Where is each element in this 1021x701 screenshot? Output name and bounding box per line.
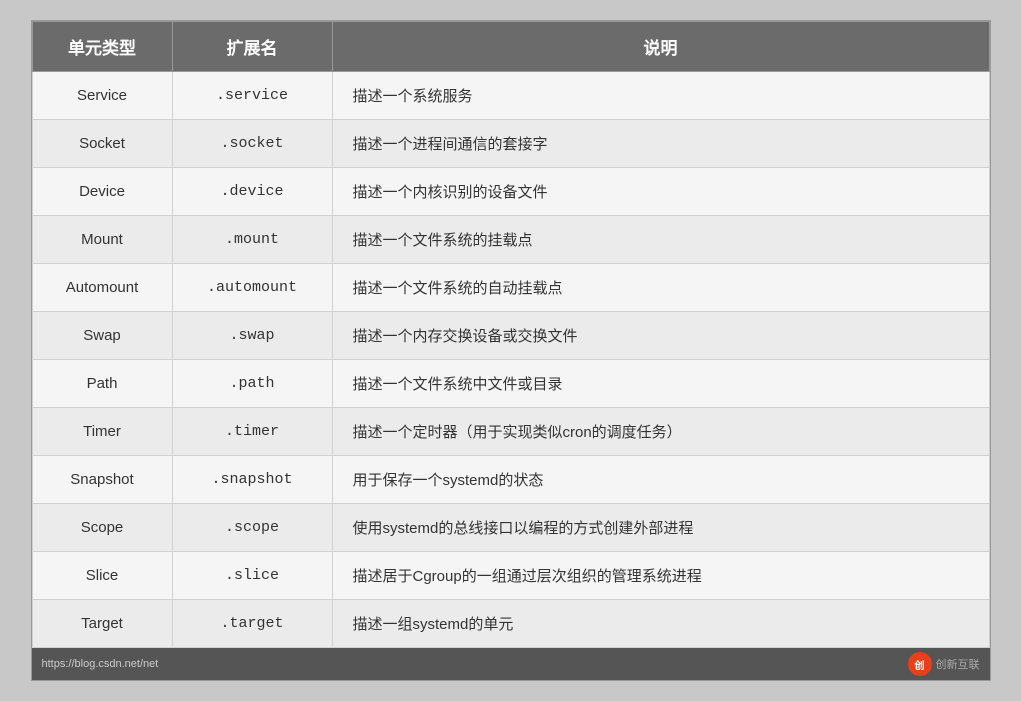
cell-ext: .slice xyxy=(172,552,332,600)
cell-ext: .mount xyxy=(172,216,332,264)
cell-ext: .device xyxy=(172,168,332,216)
cell-type: Swap xyxy=(32,312,172,360)
cell-desc: 描述一个内存交换设备或交换文件 xyxy=(332,312,989,360)
footer-bar: https://blog.csdn.net/net 创 创新互联 xyxy=(32,648,990,680)
table-row: Path.path描述一个文件系统中文件或目录 xyxy=(32,360,989,408)
table-row: Automount.automount描述一个文件系统的自动挂载点 xyxy=(32,264,989,312)
table-row: Snapshot.snapshot用于保存一个systemd的状态 xyxy=(32,456,989,504)
cell-desc: 描述一个定时器（用于实现类似cron的调度任务） xyxy=(332,408,989,456)
col-header-desc: 说明 xyxy=(332,22,989,72)
cell-type: Device xyxy=(32,168,172,216)
cell-ext: .service xyxy=(172,72,332,120)
cell-ext: .timer xyxy=(172,408,332,456)
cell-type: Scope xyxy=(32,504,172,552)
footer-url: https://blog.csdn.net/net xyxy=(42,658,159,670)
cell-desc: 描述一个内核识别的设备文件 xyxy=(332,168,989,216)
cell-desc: 使用systemd的总线接口以编程的方式创建外部进程 xyxy=(332,504,989,552)
cell-ext: .target xyxy=(172,600,332,648)
logo-icon-circle: 创 xyxy=(908,652,932,676)
cell-desc: 描述一个进程间通信的套接字 xyxy=(332,120,989,168)
footer-logo-text: 创新互联 xyxy=(936,656,980,672)
table-row: Device.device描述一个内核识别的设备文件 xyxy=(32,168,989,216)
table-row: Service.service描述一个系统服务 xyxy=(32,72,989,120)
cell-type: Slice xyxy=(32,552,172,600)
cell-ext: .automount xyxy=(172,264,332,312)
cell-type: Path xyxy=(32,360,172,408)
table-row: Target.target描述一组systemd的单元 xyxy=(32,600,989,648)
table-row: Mount.mount描述一个文件系统的挂载点 xyxy=(32,216,989,264)
cell-ext: .path xyxy=(172,360,332,408)
cell-desc: 描述一个文件系统的自动挂载点 xyxy=(332,264,989,312)
cell-type: Socket xyxy=(32,120,172,168)
table-header-row: 单元类型 扩展名 说明 xyxy=(32,22,989,72)
unit-type-table: 单元类型 扩展名 说明 Service.service描述一个系统服务Socke… xyxy=(32,21,990,648)
table-row: Slice.slice描述居于Cgroup的一组通过层次组织的管理系统进程 xyxy=(32,552,989,600)
cell-desc: 描述一个文件系统的挂载点 xyxy=(332,216,989,264)
table-row: Swap.swap描述一个内存交换设备或交换文件 xyxy=(32,312,989,360)
footer-logo: 创 创新互联 xyxy=(908,652,980,676)
col-header-ext: 扩展名 xyxy=(172,22,332,72)
cell-type: Service xyxy=(32,72,172,120)
cell-ext: .snapshot xyxy=(172,456,332,504)
cell-desc: 描述一个文件系统中文件或目录 xyxy=(332,360,989,408)
cell-desc: 描述居于Cgroup的一组通过层次组织的管理系统进程 xyxy=(332,552,989,600)
cell-type: Timer xyxy=(32,408,172,456)
cell-type: Target xyxy=(32,600,172,648)
cell-type: Automount xyxy=(32,264,172,312)
table-row: Scope.scope使用systemd的总线接口以编程的方式创建外部进程 xyxy=(32,504,989,552)
cell-type: Snapshot xyxy=(32,456,172,504)
table-row: Socket.socket描述一个进程间通信的套接字 xyxy=(32,120,989,168)
cell-ext: .swap xyxy=(172,312,332,360)
cell-desc: 描述一组systemd的单元 xyxy=(332,600,989,648)
cell-ext: .scope xyxy=(172,504,332,552)
cell-desc: 用于保存一个systemd的状态 xyxy=(332,456,989,504)
cell-ext: .socket xyxy=(172,120,332,168)
main-container: 单元类型 扩展名 说明 Service.service描述一个系统服务Socke… xyxy=(31,20,991,681)
cell-desc: 描述一个系统服务 xyxy=(332,72,989,120)
table-row: Timer.timer描述一个定时器（用于实现类似cron的调度任务） xyxy=(32,408,989,456)
col-header-type: 单元类型 xyxy=(32,22,172,72)
cell-type: Mount xyxy=(32,216,172,264)
